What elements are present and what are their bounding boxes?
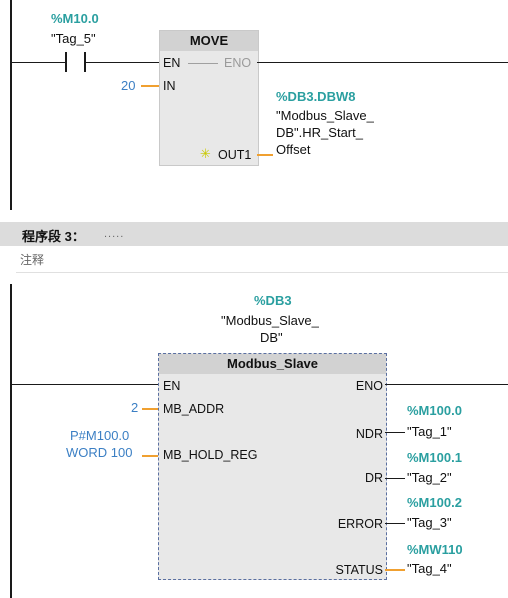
- error-output-tag[interactable]: "Tag_3": [407, 515, 452, 530]
- network-comment[interactable]: 注释: [16, 246, 508, 273]
- move-out-tag-line3[interactable]: Offset: [276, 142, 310, 157]
- rung-wire: [385, 384, 508, 385]
- network-title-dots[interactable]: .....: [104, 228, 124, 240]
- error-output-address[interactable]: %M100.2: [407, 495, 462, 510]
- rung-wire: [257, 62, 508, 63]
- add-output-star-icon[interactable]: ✳: [200, 146, 211, 162]
- status-output-address[interactable]: %MW110: [407, 542, 463, 557]
- dr-output-address[interactable]: %M100.1: [407, 450, 462, 465]
- output-wire-error: [385, 523, 405, 524]
- comment-placeholder: 注释: [20, 253, 45, 267]
- rung-wire: [12, 384, 158, 385]
- move-en-pin[interactable]: EN: [163, 56, 180, 70]
- ndr-output-tag[interactable]: "Tag_1": [407, 424, 452, 439]
- move-out-address[interactable]: %DB3.DBW8: [276, 89, 355, 104]
- contact-tag[interactable]: "Tag_5": [51, 31, 96, 46]
- ndr-output-address[interactable]: %M100.0: [407, 403, 462, 418]
- rung-wire: [12, 62, 65, 63]
- hold-reg-connector: [142, 455, 158, 457]
- modbus-en-pin[interactable]: EN: [163, 379, 180, 393]
- hold-reg-value-line2[interactable]: WORD 100: [66, 445, 132, 460]
- rung-wire: [86, 62, 159, 63]
- power-rail-left-network2: [10, 0, 12, 210]
- output-wire-ndr: [385, 432, 405, 433]
- move-out1-pin[interactable]: OUT1: [218, 148, 251, 162]
- network-title: 程序段 3：: [22, 229, 85, 244]
- instance-db-name-line2[interactable]: DB": [260, 330, 283, 345]
- status-output-tag[interactable]: "Tag_4": [407, 561, 452, 576]
- move-internal-wire: [188, 63, 218, 64]
- move-in-value[interactable]: 20: [121, 78, 135, 93]
- move-out-tag-line2[interactable]: DB".HR_Start_: [276, 125, 363, 140]
- move-out-connector: [257, 154, 273, 156]
- move-block-title: MOVE: [160, 31, 258, 51]
- instance-db-address[interactable]: %DB3: [254, 293, 292, 308]
- modbus-mb-hold-reg-pin[interactable]: MB_HOLD_REG: [163, 448, 257, 462]
- contact-left-bar[interactable]: [65, 52, 67, 72]
- move-in-connector: [141, 85, 159, 87]
- modbus-ndr-pin[interactable]: NDR: [356, 427, 383, 441]
- modbus-slave-block[interactable]: Modbus_Slave EN ENO MB_ADDR MB_HOLD_REG …: [158, 353, 387, 580]
- dr-output-tag[interactable]: "Tag_2": [407, 470, 452, 485]
- output-wire-status: [385, 569, 405, 571]
- move-in-pin[interactable]: IN: [163, 79, 176, 93]
- modbus-slave-block-title: Modbus_Slave: [159, 354, 386, 374]
- output-wire-dr: [385, 478, 405, 479]
- contact-address[interactable]: %M10.0: [51, 11, 99, 26]
- instance-db-name-line1[interactable]: "Modbus_Slave_: [221, 313, 319, 328]
- modbus-status-pin[interactable]: STATUS: [336, 563, 383, 577]
- mb-addr-value[interactable]: 2: [131, 400, 138, 415]
- modbus-eno-pin[interactable]: ENO: [356, 379, 383, 393]
- move-block[interactable]: MOVE EN ENO IN OUT1 ✳: [159, 30, 259, 166]
- mb-addr-connector: [142, 408, 158, 410]
- hold-reg-value-line1[interactable]: P#M100.0: [70, 428, 129, 443]
- modbus-dr-pin[interactable]: DR: [365, 471, 383, 485]
- move-out-tag-line1[interactable]: "Modbus_Slave_: [276, 108, 374, 123]
- modbus-mb-addr-pin[interactable]: MB_ADDR: [163, 402, 224, 416]
- modbus-error-pin[interactable]: ERROR: [338, 517, 383, 531]
- move-eno-pin[interactable]: ENO: [224, 56, 251, 70]
- power-rail-left-network3: [10, 284, 12, 598]
- network-header[interactable]: 程序段 3： .....: [0, 222, 508, 246]
